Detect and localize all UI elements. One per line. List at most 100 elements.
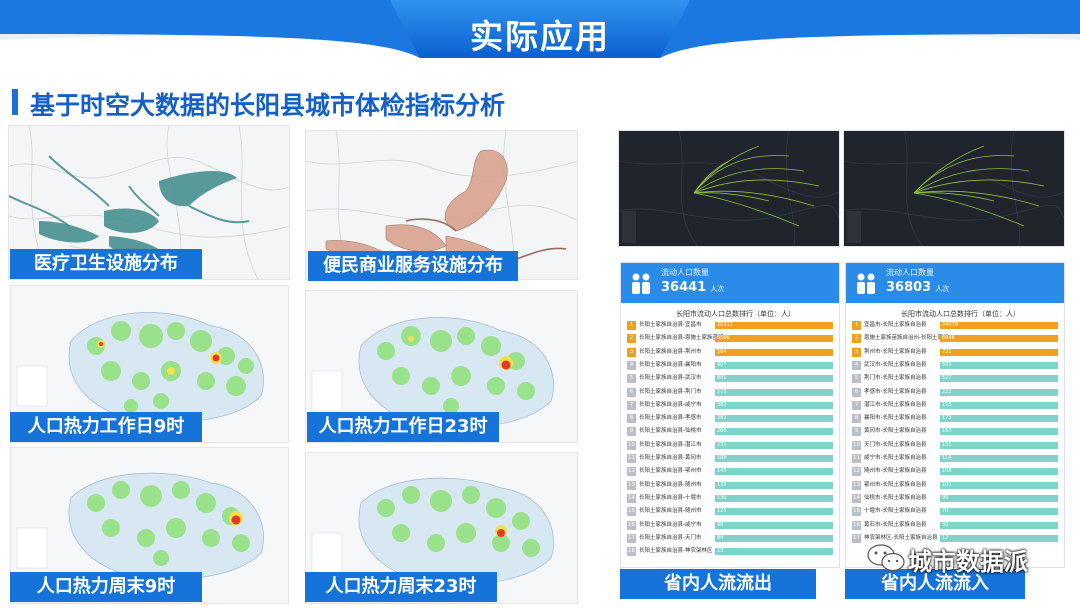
inflow-stat-header: 流动人口数量 36803 人次 [846,263,1064,303]
rank-bar [940,494,1058,502]
rank-row: 5 长阳土家族自治县-武汉市 881 [627,374,835,384]
rank-bar [940,521,1058,529]
rank-value: 24078 [942,322,958,328]
outflow-caption: 省内人流流出 [620,569,816,599]
outflow-stat-header: 流动人口数量 36441 人次 [621,263,839,303]
rank-value: 527 [942,375,952,382]
rank-name: 长阳土家族自治县-潜江市 [639,441,702,448]
rank-value: 133 [717,481,727,488]
inflow-map-graphic [844,131,1064,246]
rank-bar [940,468,1058,476]
rank-value: 108 [942,468,952,475]
rank-value: 575 [717,388,727,395]
rank-value: 193 [942,401,952,408]
section-title: 基于时空大数据的长阳县城市体检指标分析 [30,91,506,120]
rank-number: 2 [627,334,636,344]
rank-bar [715,494,833,502]
rank-value: 167 [942,428,952,435]
outflow-stat-value: 36441 人次 [661,280,724,295]
weekend-23-caption: 人口热力周末23时 [305,572,497,602]
rank-number: 2 [852,334,861,344]
inflow-stat-value: 36803 人次 [886,280,949,295]
rank-number: 7 [627,400,636,410]
rank-value: 145 [717,468,727,475]
rank-number: 13 [627,480,636,490]
rank-number: 12 [852,467,861,477]
rank-row: 2 恩施土家族苗族自治州-长阳土家族... 6846 [852,334,1060,344]
rank-bar [715,348,833,356]
rank-name: 长阳土家族自治县-荆门市 [639,388,702,395]
rank-bar [715,508,833,516]
inflow-map [843,130,1065,247]
rank-row: 1 长阳土家族自治县-宜昌市 20312 [627,321,835,330]
rank-name: 长阳土家族自治县-咸宁市 [639,401,702,408]
rank-row: 3 荆州市-长阳土家族自治县 721 [852,347,1060,357]
commerce-caption: 便民商业服务设施分布 [308,251,518,281]
rank-name: 仙桃市-长阳土家族自治县 [864,494,927,501]
rank-value: 881 [717,375,727,382]
rank-bar [940,455,1058,462]
rank-row: 14 长阳土家族自治县-十堰市 130 [627,493,835,503]
rank-number: 13 [852,480,861,490]
rank-number: 16 [627,520,636,530]
watermark-text: 城市数据派 [908,548,1028,576]
rank-bar [715,441,833,449]
rank-row: 15 长阳土家族自治县-随州市 125 [627,507,835,517]
rank-name: 长阳土家族自治县-十堰市 [639,494,702,501]
rank-row: 13 长阳土家族自治县-随州市 133 [627,480,835,490]
subtitle-accent [12,89,18,115]
rank-number: 14 [852,493,861,503]
rank-name: 天门市-长阳土家族自治县 [864,441,927,448]
rank-row: 16 长阳土家族自治县-咸宁市 98 [627,520,835,530]
rank-bar [715,401,833,409]
rank-bar [940,415,1058,423]
wechat-icon [867,544,905,572]
rank-number: 9 [852,427,861,437]
rank-value: 382 [717,401,727,408]
rank-value: 130 [717,494,727,501]
rank-row: 7 潜江市-长阳土家族自治县 193 [852,400,1060,410]
rank-bar [940,375,1058,383]
rank-number: 4 [627,360,636,370]
rank-bar [715,415,833,423]
outflow-map-graphic [619,131,839,246]
outflow-stat-unit: 人次 [710,285,725,293]
people-icon [632,273,650,294]
rank-row: 12 随州市-长阳土家族自治县 108 [852,467,1060,477]
rank-value: 20312 [717,322,733,328]
rank-number: 1 [627,321,636,330]
rank-row: 17 长阳土家族自治县-天门市 84 [627,533,835,543]
rank-bar [715,388,833,396]
rank-number: 5 [627,374,636,384]
rank-bar [940,335,1058,343]
rank-number: 4 [852,360,861,370]
rank-value: 231 [717,441,727,448]
rank-value: 6566 [717,335,730,342]
weekend-9-caption: 人口热力周末9时 [10,572,202,602]
rank-row: 12 长阳土家族自治县-鄂州市 145 [627,467,835,477]
rank-value: 721 [942,348,952,355]
workday-23-caption: 人口热力工作日23时 [307,412,499,442]
rank-value: 96 [942,494,949,501]
rank-name: 长阳土家族自治县-随州市 [639,508,702,515]
rank-name: 长阳土家族自治县-襄阳市 [639,361,702,368]
rank-number: 7 [852,400,861,410]
rank-name: 武汉市-长阳土家族自治县 [864,361,927,368]
rank-name: 长阳土家族自治县-咸宁市 [639,521,702,528]
rank-name: 长阳土家族自治县-仙桃市 [639,428,702,435]
rank-number: 5 [852,374,861,384]
rank-bar [715,468,833,476]
rank-bar [715,481,833,489]
rank-number: 9 [627,427,636,437]
inflow-stat-number: 36803 [886,280,932,295]
rank-row: 7 长阳土家族自治县-咸宁市 382 [627,400,835,410]
rank-name: 长阳土家族自治县-宜昌市 [639,322,702,328]
rank-number: 17 [627,533,636,543]
rank-bar [715,335,833,343]
rank-row: 10 长阳土家族自治县-潜江市 231 [627,440,835,450]
rank-number: 15 [627,507,636,517]
rank-value: 266 [717,428,727,435]
rank-row: 15 十堰市-长阳土家族自治县 70 [852,507,1060,517]
rank-name: 咸宁市-长阳土家族自治县 [864,455,927,461]
rank-bar [940,361,1058,369]
